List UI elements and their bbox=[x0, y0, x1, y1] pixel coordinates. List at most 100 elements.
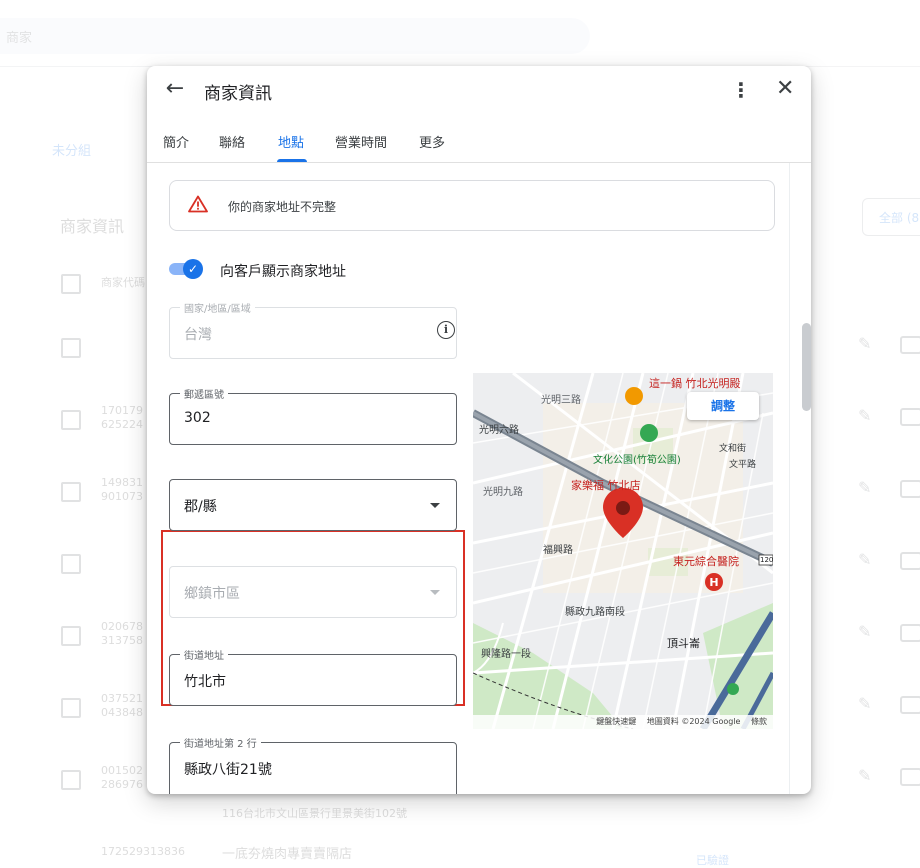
edit-icon: ✎ bbox=[858, 766, 872, 785]
section-title: 商家資訊 bbox=[60, 217, 125, 236]
business-info-dialog: ← 商家資訊 ⋮ ✕ 簡介 聯絡 地點 營業時間 更多 你的商家地址不完整 ✓ … bbox=[147, 66, 811, 794]
media-icon bbox=[900, 624, 920, 642]
postal-code-field[interactable]: 郵遞區號 302 bbox=[169, 386, 457, 445]
map-label: 縣政九路南段 bbox=[565, 607, 625, 618]
address-warning-banner: 你的商家地址不完整 bbox=[169, 180, 775, 231]
map-label: 光明三路 bbox=[541, 395, 581, 406]
business-code: 001502 bbox=[101, 764, 143, 777]
map-label: 光明六路 bbox=[479, 425, 519, 436]
tab-intro[interactable]: 簡介 bbox=[163, 132, 189, 151]
map-label: 東元綜合醫院 bbox=[673, 555, 739, 568]
info-icon[interactable]: i bbox=[437, 321, 455, 339]
checkbox bbox=[61, 626, 81, 646]
warning-text: 你的商家地址不完整 bbox=[228, 200, 337, 214]
street-address-2-label: 街道地址第 2 行 bbox=[180, 735, 261, 750]
edit-icon: ✎ bbox=[858, 694, 872, 713]
location-map[interactable]: H 光明三路 光明六路 光明九路 福興路 縣政九路南段 興隆路一段 文化公園(竹… bbox=[473, 373, 773, 729]
all-filter-label: 全部 (8 bbox=[879, 211, 920, 225]
business-code-2: 901073 bbox=[101, 490, 143, 503]
media-icon bbox=[900, 336, 920, 354]
group-filter: 未分組 bbox=[52, 144, 92, 159]
back-arrow-icon[interactable]: ← bbox=[163, 77, 187, 101]
dialog-content[interactable]: 你的商家地址不完整 ✓ 向客戶顯示商家地址 國家/地區/區域 台灣 i 郵遞區號… bbox=[147, 163, 811, 794]
more-vert-icon[interactable]: ⋮ bbox=[731, 78, 751, 102]
map-label: 文和街 bbox=[719, 444, 747, 454]
dropdown-arrow-icon bbox=[430, 503, 440, 508]
checkbox bbox=[61, 482, 81, 502]
terms-link[interactable]: 條款 bbox=[751, 717, 767, 726]
keyboard-shortcuts-link[interactable]: 鍵盤快速鍵 bbox=[596, 717, 636, 726]
toggle-label: 向客戶顯示商家地址 bbox=[220, 264, 346, 280]
map-label: 文化公園(竹筍公園) bbox=[593, 455, 681, 466]
checkbox bbox=[61, 338, 81, 358]
street-address-2-value: 縣政八街21號 bbox=[184, 762, 272, 778]
checkbox bbox=[61, 410, 81, 430]
media-icon bbox=[900, 768, 920, 786]
edit-icon: ✎ bbox=[858, 334, 872, 353]
street-address-field[interactable]: 街道地址 竹北市 bbox=[169, 647, 457, 706]
business-code-2: 625224 bbox=[101, 418, 143, 431]
search-text: 商家 bbox=[6, 31, 33, 46]
footer-name: 一底夯燒肉專賣賣隔店 bbox=[222, 847, 353, 862]
tab-hours[interactable]: 營業時間 bbox=[335, 132, 387, 151]
country-label: 國家/地區/區域 bbox=[180, 300, 255, 315]
scrollbar-thumb[interactable] bbox=[802, 323, 811, 411]
business-code: 037521 bbox=[101, 692, 143, 705]
footer-code: 1725293138​36 bbox=[101, 845, 185, 858]
street-address-value: 竹北市 bbox=[184, 674, 226, 690]
tab-contact[interactable]: 聯絡 bbox=[219, 132, 245, 151]
search-bar: 商家 bbox=[0, 18, 590, 54]
tab-location[interactable]: 地點 bbox=[278, 132, 304, 151]
media-icon bbox=[900, 480, 920, 498]
show-address-toggle[interactable]: ✓ bbox=[169, 259, 203, 279]
map-label: 家樂福 竹北店 bbox=[571, 479, 641, 492]
map-label: 這一鍋 竹北光明殿 bbox=[649, 377, 741, 390]
map-label: 興隆路一段 bbox=[481, 649, 531, 660]
edit-icon: ✎ bbox=[858, 406, 872, 425]
postal-code-label: 郵遞區號 bbox=[180, 386, 228, 401]
checkbox bbox=[61, 698, 81, 718]
map-data-attribution: 地圖資料 ©2024 Google bbox=[646, 717, 741, 726]
edit-icon: ✎ bbox=[858, 622, 872, 641]
all-filter-button: 全部 (8 bbox=[862, 198, 920, 236]
business-code: 170179 bbox=[101, 404, 143, 417]
warning-icon bbox=[188, 195, 208, 213]
checkbox bbox=[61, 274, 81, 294]
map-label: 文平路 bbox=[729, 460, 757, 470]
business-code-2: 286976 bbox=[101, 778, 143, 791]
media-icon bbox=[900, 696, 920, 714]
street-address-2-field[interactable]: 街道地址第 2 行 縣政八街21號 bbox=[169, 735, 457, 794]
checkbox bbox=[61, 554, 81, 574]
scrollbar-track[interactable] bbox=[789, 163, 808, 794]
svg-text:H: H bbox=[709, 576, 718, 589]
tab-more[interactable]: 更多 bbox=[419, 132, 445, 151]
business-code-2: 313758 bbox=[101, 634, 143, 647]
postal-code-value: 302 bbox=[184, 410, 211, 426]
column-header: 商家代碼 bbox=[101, 276, 145, 289]
media-icon bbox=[900, 408, 920, 426]
business-code: 149831 bbox=[101, 476, 143, 489]
county-value: 郡/縣 bbox=[184, 499, 217, 515]
business-code-2: 043848 bbox=[101, 706, 143, 719]
map-label: 頂斗崙 bbox=[667, 637, 700, 650]
footer-tag: 已驗證 bbox=[696, 854, 729, 867]
country-field: 國家/地區/區域 台灣 bbox=[169, 300, 457, 359]
close-icon[interactable]: ✕ bbox=[776, 76, 794, 101]
media-icon bbox=[900, 552, 920, 570]
county-select[interactable]: 郡/縣 bbox=[169, 479, 457, 531]
check-icon: ✓ bbox=[183, 259, 203, 279]
street-address-label: 街道地址 bbox=[180, 647, 228, 662]
map-footer: 鍵盤快速鍵 地圖資料 ©2024 Google 條款 bbox=[473, 715, 773, 729]
checkbox bbox=[61, 770, 81, 790]
map-label: 120 bbox=[760, 556, 773, 564]
map-label: 光明九路 bbox=[483, 487, 523, 498]
township-value: 鄉鎮市區 bbox=[184, 586, 240, 602]
footer-address: 116台北市文山區景行里景美街102號 bbox=[222, 807, 407, 820]
dropdown-arrow-icon bbox=[430, 590, 440, 595]
edit-icon: ✎ bbox=[858, 478, 872, 497]
dialog-title: 商家資訊 bbox=[204, 84, 272, 104]
adjust-map-button[interactable]: 調整 bbox=[687, 392, 759, 420]
country-value: 台灣 bbox=[184, 327, 212, 343]
map-label: 福興路 bbox=[543, 545, 573, 556]
business-code: 020678 bbox=[101, 620, 143, 633]
